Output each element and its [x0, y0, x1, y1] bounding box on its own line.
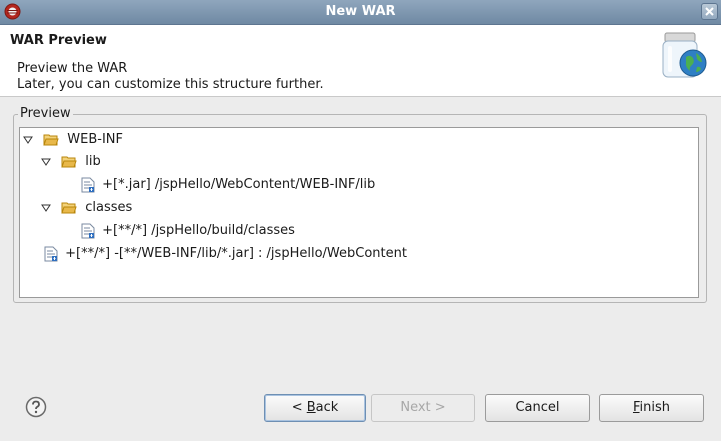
- back-button-mnemonic: B: [306, 400, 316, 415]
- expand-toggle-icon[interactable]: [23, 135, 33, 145]
- close-icon: [705, 7, 714, 16]
- resource-file-icon: [81, 223, 95, 239]
- title-bar: New WAR: [0, 0, 721, 25]
- tree-node-label: classes: [85, 200, 133, 215]
- tree-node-label: +[**/*] /jspHello/build/classes: [102, 223, 295, 238]
- resource-file-icon: [81, 177, 95, 193]
- expand-toggle-icon[interactable]: [41, 203, 51, 213]
- folder-open-icon: [43, 134, 59, 146]
- tree-node-classes[interactable]: classes: [41, 198, 132, 218]
- expand-toggle-icon[interactable]: [41, 157, 51, 167]
- next-button[interactable]: Next >: [371, 394, 475, 422]
- tree-node-label: +[*.jar] /jspHello/WebContent/WEB-INF/li…: [102, 177, 376, 192]
- new-war-dialog: New WAR WAR Preview Preview the WAR Late…: [0, 0, 721, 441]
- folder-open-icon: [61, 156, 77, 168]
- page-description-line2: Later, you can customize this structure …: [17, 77, 324, 92]
- tree-node-label: lib: [85, 154, 101, 169]
- page-title: WAR Preview: [10, 33, 107, 48]
- tree-node-web-inf[interactable]: WEB-INF: [23, 130, 123, 150]
- preview-group-label: Preview: [18, 106, 73, 121]
- back-button-prefix: <: [291, 400, 307, 415]
- tree-node-classes-resource[interactable]: +[**/*] /jspHello/build/classes: [81, 221, 295, 241]
- tree-node-label: +[**/*] -[**/WEB-INF/lib/*.jar] : /jspHe…: [65, 246, 407, 261]
- back-button-rest: ack: [315, 400, 339, 415]
- tree-node-lib-resource[interactable]: +[*.jar] /jspHello/WebContent/WEB-INF/li…: [81, 175, 375, 195]
- page-description-line1: Preview the WAR: [17, 61, 128, 76]
- help-icon[interactable]: [25, 396, 47, 418]
- window-close-button[interactable]: [701, 3, 718, 20]
- back-button[interactable]: < Back: [264, 394, 366, 422]
- window-title: New WAR: [325, 4, 396, 19]
- tree-node-webcontent-resource[interactable]: +[**/*] -[**/WEB-INF/lib/*.jar] : /jspHe…: [44, 244, 407, 264]
- preview-tree[interactable]: WEB-INF lib +[*.jar] /jspHello/WebConten…: [19, 127, 699, 298]
- finish-button[interactable]: Finish: [599, 394, 704, 422]
- wizard-banner: WAR Preview Preview the WAR Later, you c…: [0, 25, 721, 97]
- cancel-button[interactable]: Cancel: [485, 394, 590, 422]
- folder-open-icon: [61, 202, 77, 214]
- jar-globe-icon: [662, 32, 707, 78]
- tree-node-label: WEB-INF: [67, 132, 123, 147]
- finish-button-rest: inish: [639, 400, 671, 415]
- tree-node-lib[interactable]: lib: [41, 152, 101, 172]
- resource-file-icon: [44, 246, 58, 262]
